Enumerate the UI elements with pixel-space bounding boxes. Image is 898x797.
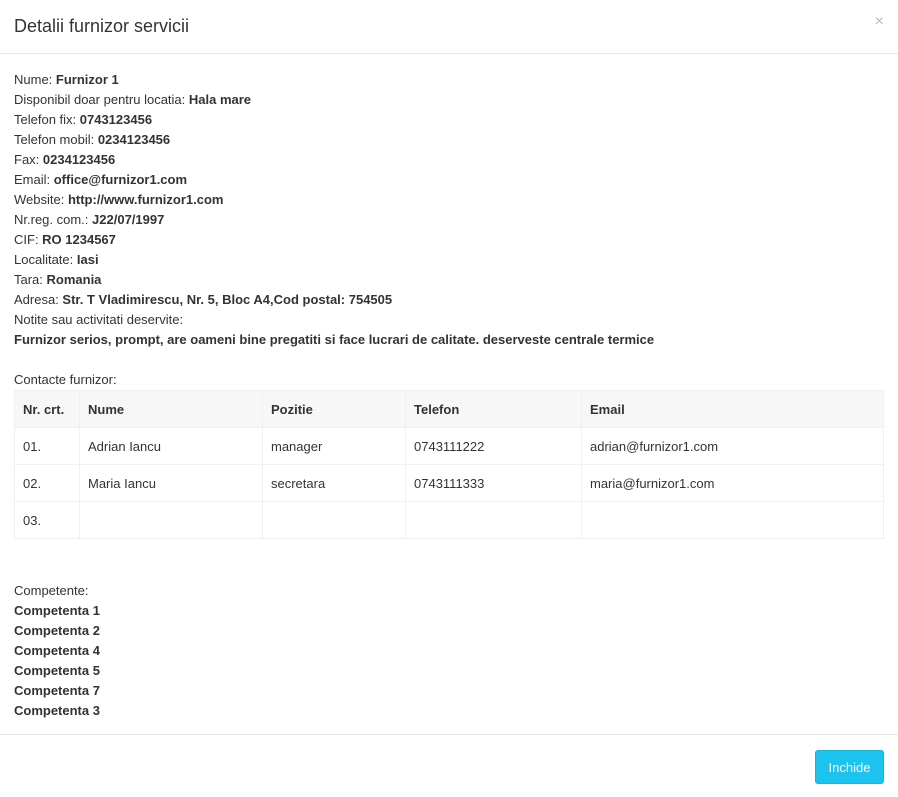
competence-item: Competenta 1 [14, 603, 100, 618]
cell-position: secretara [262, 464, 406, 502]
cell-phone [405, 501, 582, 539]
table-row: 01. Adrian Iancu manager 0743111222 adri… [14, 427, 884, 465]
detail-location: Disponibil doar pentru locatia: Hala mar… [14, 92, 252, 107]
notes-value: Furnizor serios, prompt, are oameni bine… [14, 332, 655, 347]
modal-body: Nume: Furnizor 1 Disponibil doar pentru … [14, 70, 884, 721]
detail-website: Website: http://www.furnizor1.com [14, 192, 224, 207]
modal-header: Detalii furnizor servicii × [0, 0, 898, 54]
competences-list: Competenta 1 Competenta 2 Competenta 4 C… [14, 601, 884, 721]
column-header-phone: Telefon [405, 390, 582, 428]
competence-item: Competenta 3 [14, 703, 100, 718]
cell-name [79, 501, 263, 539]
competences-label: Competente: [14, 583, 89, 598]
competence-item: Competenta 4 [14, 643, 100, 658]
contacts-label: Contacte furnizor: [14, 372, 117, 387]
competence-item: Competenta 7 [14, 683, 100, 698]
supplier-details-modal: Detalii furnizor servicii × Nume: Furniz… [0, 0, 898, 797]
details-list: Nume: Furnizor 1 Disponibil doar pentru … [14, 70, 884, 310]
modal-title: Detalii furnizor servicii [14, 16, 190, 36]
competence-item: Competenta 5 [14, 663, 100, 678]
table-header-row: Nr. crt. Nume Pozitie Telefon Email [14, 390, 884, 428]
cell-email: adrian@furnizor1.com [581, 427, 884, 465]
detail-fax: Fax: 0234123456 [14, 152, 116, 167]
cell-name: Maria Iancu [79, 464, 263, 502]
modal-footer: Inchide [0, 734, 898, 797]
cell-position [262, 501, 406, 539]
close-button[interactable]: Inchide [815, 750, 884, 784]
column-header-email: Email [581, 390, 884, 428]
detail-cif: CIF: RO 1234567 [14, 232, 116, 247]
cell-email: maria@furnizor1.com [581, 464, 884, 502]
table-row: 03. [14, 501, 884, 539]
detail-landline: Telefon fix: 0743123456 [14, 112, 153, 127]
detail-reg-com: Nr.reg. com.: J22/07/1997 [14, 212, 165, 227]
notes-label: Notite sau activitati deservite: [14, 312, 184, 327]
detail-address: Adresa: Str. T Vladimirescu, Nr. 5, Bloc… [14, 292, 393, 307]
column-header-nr: Nr. crt. [14, 390, 80, 428]
column-header-position: Pozitie [262, 390, 406, 428]
close-icon[interactable]: × [875, 14, 884, 30]
detail-city: Localitate: Iasi [14, 252, 99, 267]
detail-mobile: Telefon mobil: 0234123456 [14, 132, 171, 147]
cell-nr: 03. [14, 501, 80, 539]
cell-nr: 01. [14, 427, 80, 465]
table-row: 02. Maria Iancu secretara 0743111333 mar… [14, 464, 884, 502]
contacts-table: Nr. crt. Nume Pozitie Telefon Email 01. … [14, 390, 884, 539]
cell-phone: 0743111333 [405, 464, 582, 502]
cell-email [581, 501, 884, 539]
column-header-name: Nume [79, 390, 263, 428]
competence-item: Competenta 2 [14, 623, 100, 638]
detail-name: Nume: Furnizor 1 [14, 72, 119, 87]
cell-position: manager [262, 427, 406, 465]
detail-country: Tara: Romania [14, 272, 102, 287]
detail-email: Email: office@furnizor1.com [14, 172, 188, 187]
cell-nr: 02. [14, 464, 80, 502]
cell-name: Adrian Iancu [79, 427, 263, 465]
cell-phone: 0743111222 [405, 427, 582, 465]
